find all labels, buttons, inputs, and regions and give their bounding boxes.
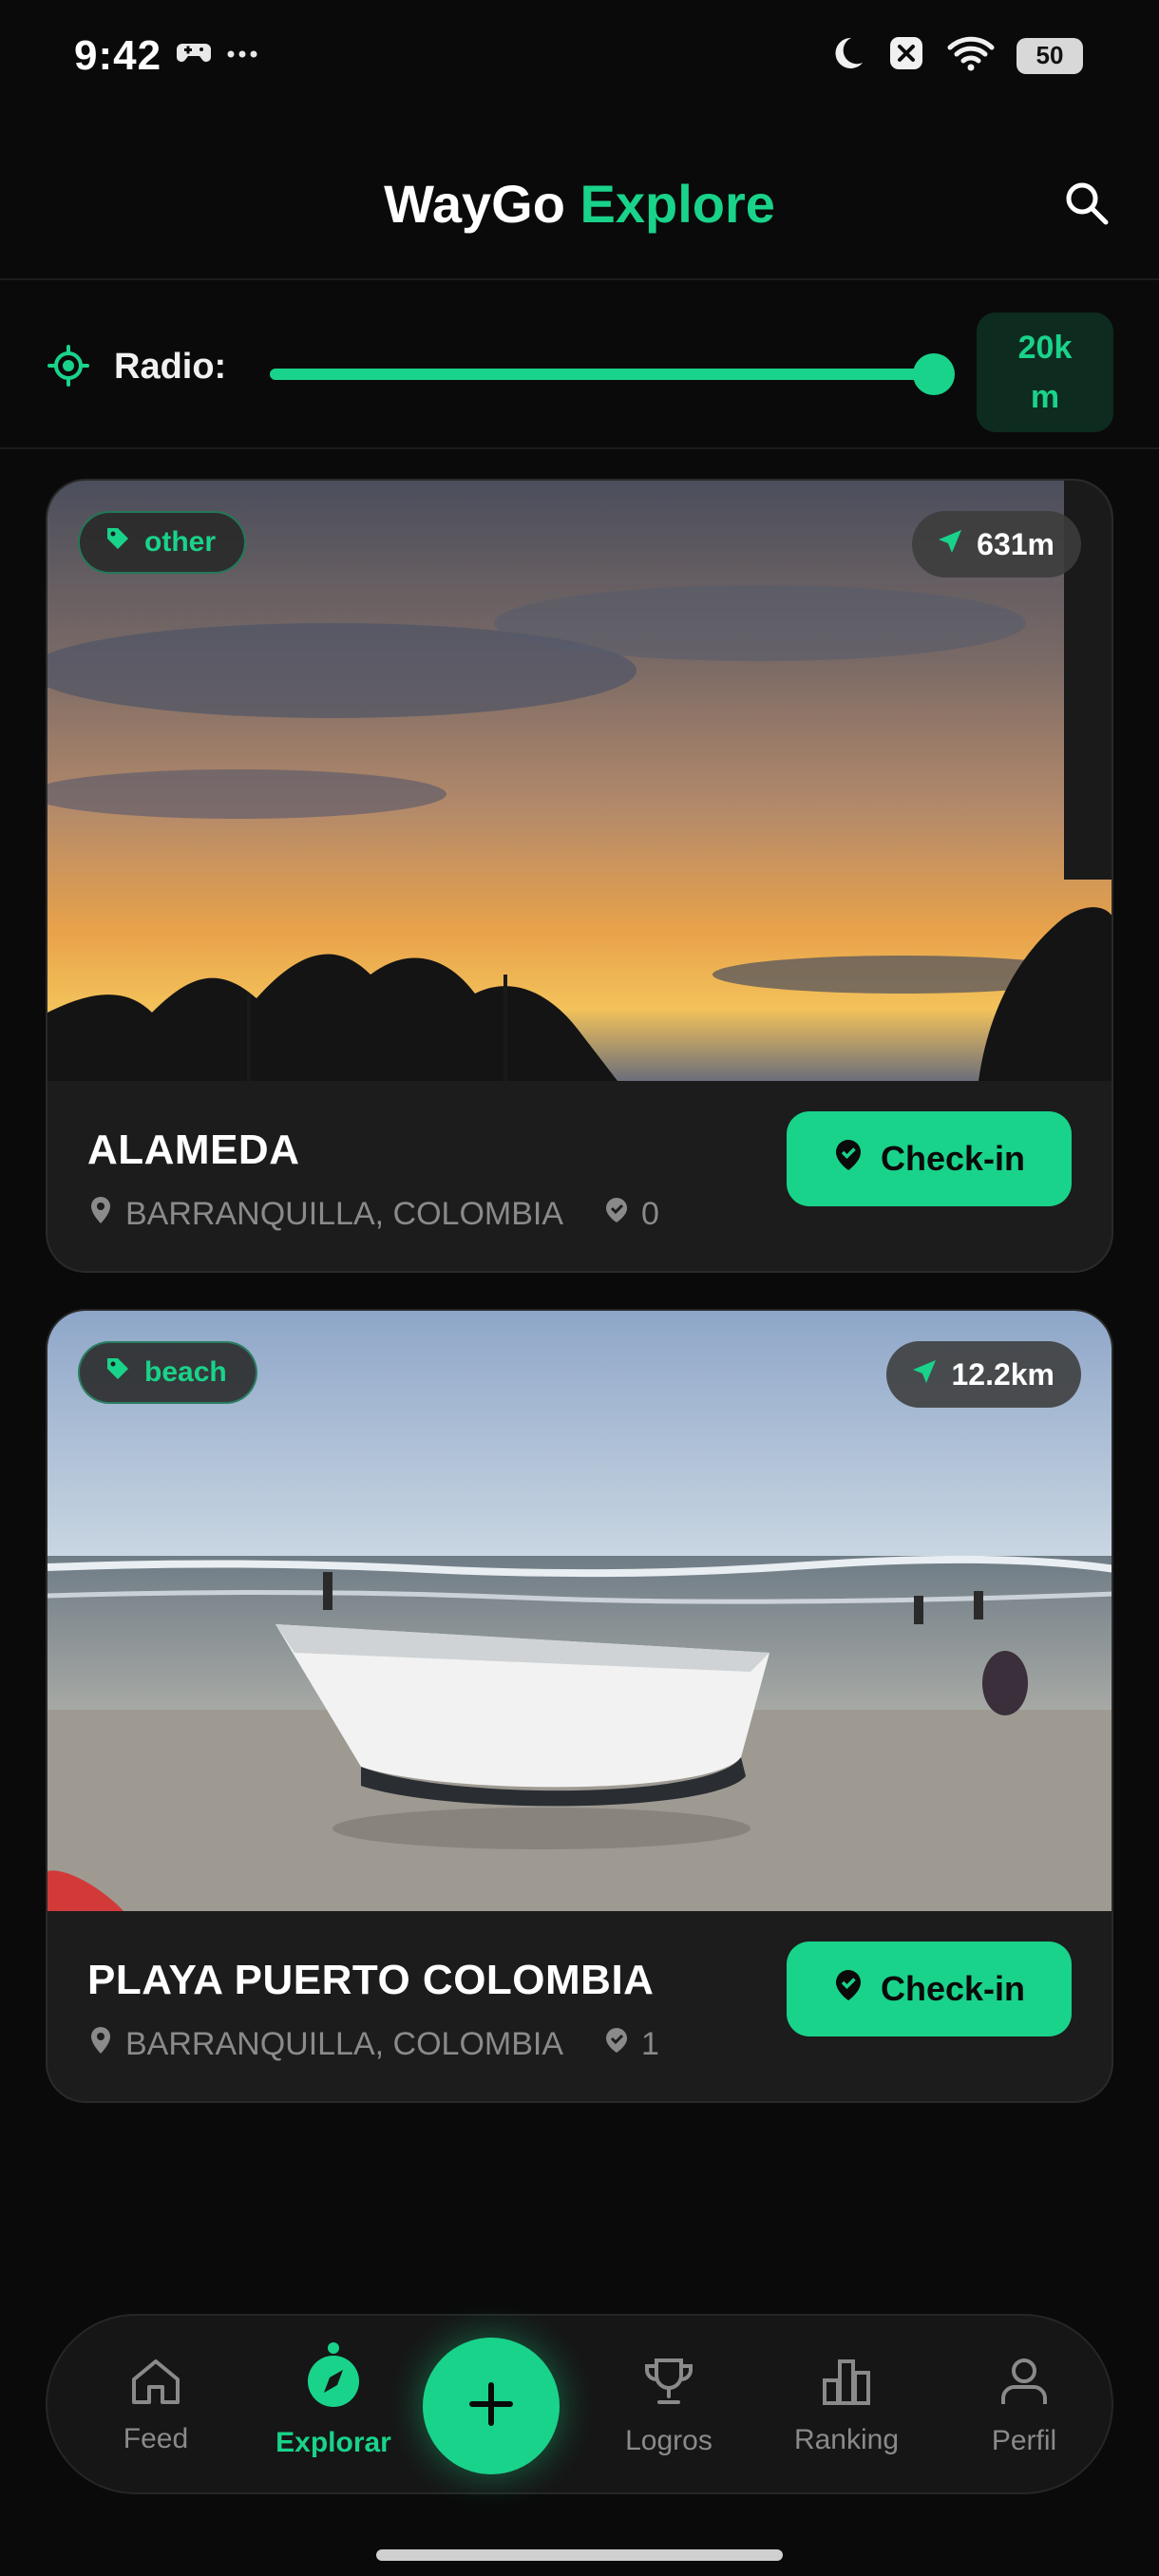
radius-label: Radio: (114, 347, 227, 387)
place-name: ALAMEDA (87, 1127, 300, 1173)
distance-badge: 12.2km (886, 1341, 1081, 1408)
place-location: BARRANQUILLA, COLOMBIA (125, 1196, 564, 1232)
plus-icon (463, 2376, 520, 2437)
battery-indicator: 50 (1016, 37, 1083, 74)
home-icon (128, 2357, 183, 2414)
radius-value-badge: 20k m (977, 313, 1113, 432)
nav-item-logros[interactable]: Logros (593, 2316, 745, 2496)
game-controller-icon (177, 38, 211, 71)
search-icon (1063, 180, 1111, 232)
nav-item-feed[interactable]: Feed (80, 2316, 232, 2496)
checkin-pin-icon (833, 1968, 864, 2011)
home-indicator[interactable] (376, 2549, 783, 2561)
nav-item-perfil[interactable]: Perfil (948, 2316, 1100, 2496)
checkin-button[interactable]: Check-in (787, 1941, 1072, 2036)
radius-slider-thumb[interactable] (913, 353, 955, 395)
radius-filter: Radio: 20k m (0, 280, 1159, 449)
app-header: WayGo Explore (0, 142, 1159, 280)
radius-slider-track[interactable] (270, 369, 935, 380)
wifi-icon (946, 34, 996, 77)
place-meta: BARRANQUILLA, COLOMBIA 0 (87, 1195, 659, 1234)
checkin-pin-icon (833, 1138, 864, 1181)
active-indicator-dot (328, 2342, 339, 2354)
bottom-nav: Feed Explorar Logros Ranking Perfil (46, 2314, 1113, 2494)
add-place-button[interactable] (423, 2338, 560, 2474)
location-target-icon (48, 345, 89, 391)
location-pin-icon (87, 1195, 114, 1234)
distance-badge: 631m (912, 511, 1081, 578)
place-card[interactable]: beach 12.2km PLAYA PUERTO COLOMBIA BARRA… (46, 1309, 1113, 2103)
checkin-count-icon (603, 2026, 630, 2063)
status-time: 9:42 (74, 32, 162, 79)
checkin-button[interactable]: Check-in (787, 1111, 1072, 1206)
place-name: PLAYA PUERTO COLOMBIA (87, 1957, 655, 2003)
navigation-arrow-icon (937, 527, 963, 562)
category-tag: other (78, 511, 246, 574)
category-tag: beach (78, 1341, 257, 1404)
location-pin-icon (87, 2025, 114, 2064)
nav-item-ranking[interactable]: Ranking (770, 2316, 922, 2496)
user-icon (998, 2355, 1051, 2415)
nav-item-explorar[interactable]: Explorar (257, 2316, 409, 2496)
status-bar: 9:42 50 (0, 0, 1159, 114)
trophy-icon (641, 2355, 696, 2415)
place-location: BARRANQUILLA, COLOMBIA (125, 2026, 564, 2062)
tag-icon (104, 525, 131, 559)
explore-screen: 9:42 50 WayGo Explore Radio: 20k m other… (0, 0, 1159, 2576)
checkin-count: 1 (641, 2026, 659, 2062)
navigation-arrow-icon (911, 1357, 938, 1392)
checkin-count-icon (603, 1196, 630, 1233)
compass-icon (305, 2353, 362, 2417)
place-card[interactable]: other 631m ALAMEDA BARRANQUILLA, COLOMBI… (46, 479, 1113, 1273)
more-icon (226, 47, 258, 64)
place-meta: BARRANQUILLA, COLOMBIA 1 (87, 2025, 659, 2064)
search-button[interactable] (1056, 175, 1117, 236)
tag-icon (104, 1355, 131, 1390)
page-title: WayGo Explore (384, 174, 775, 234)
checkin-count: 0 (641, 1196, 659, 1232)
close-box-icon (887, 34, 925, 77)
moon-icon (828, 34, 866, 77)
bar-chart-icon (819, 2356, 874, 2415)
